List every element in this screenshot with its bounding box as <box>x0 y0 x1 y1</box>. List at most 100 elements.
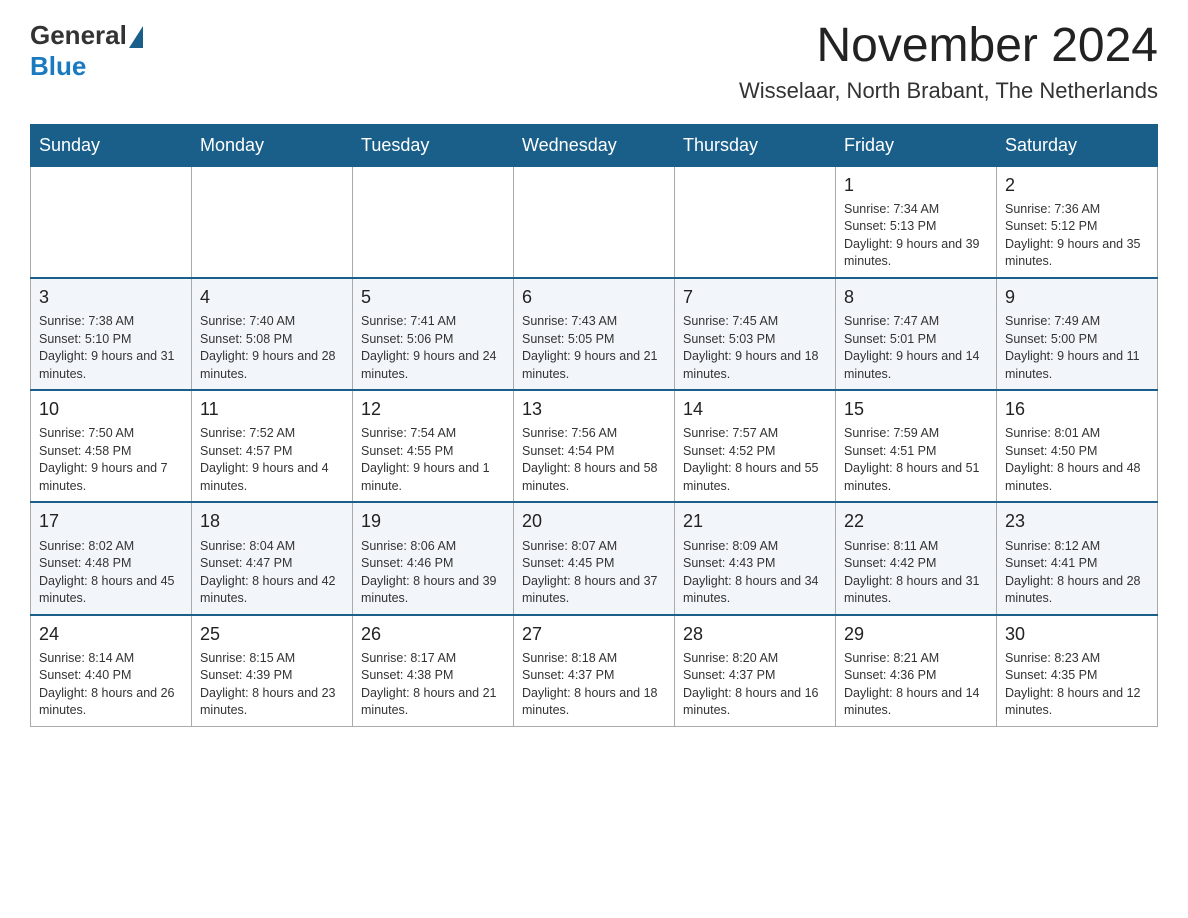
calendar-cell <box>31 166 192 278</box>
calendar-week-row: 3 Sunrise: 7:38 AM Sunset: 5:10 PM Daylig… <box>31 278 1158 390</box>
day-number: 6 <box>522 285 666 310</box>
column-header-saturday: Saturday <box>997 124 1158 166</box>
calendar-cell: 1Sunrise: 7:34 AM Sunset: 5:13 PM Daylig… <box>836 166 997 278</box>
column-header-sunday: Sunday <box>31 124 192 166</box>
day-info: Sunrise: 7:54 AM Sunset: 4:55 PM Dayligh… <box>361 425 505 495</box>
calendar-cell <box>675 166 836 278</box>
column-header-tuesday: Tuesday <box>353 124 514 166</box>
day-info: Sunrise: 8:18 AM Sunset: 4:37 PM Dayligh… <box>522 650 666 720</box>
day-number: 25 <box>200 622 344 647</box>
day-number: 16 <box>1005 397 1149 422</box>
day-info: Sunrise: 7:59 AM Sunset: 4:51 PM Dayligh… <box>844 425 988 495</box>
day-number: 7 <box>683 285 827 310</box>
calendar-cell: 9Sunrise: 7:49 AM Sunset: 5:00 PM Daylig… <box>997 278 1158 390</box>
logo-triangle-icon <box>129 26 143 48</box>
day-number: 29 <box>844 622 988 647</box>
day-info: Sunrise: 8:15 AM Sunset: 4:39 PM Dayligh… <box>200 650 344 720</box>
logo-general-text: General <box>30 20 127 51</box>
day-number: 11 <box>200 397 344 422</box>
calendar-cell: 8 Sunrise: 7:47 AM Sunset: 5:01 PM Daylig… <box>836 278 997 390</box>
day-info: Sunrise: 7:45 AM Sunset: 5:03 PM Dayligh… <box>683 313 827 383</box>
calendar-cell: 5 Sunrise: 7:41 AM Sunset: 5:06 PM Daylig… <box>353 278 514 390</box>
calendar-cell: 30 Sunrise: 8:23 AM Sunset: 4:35 PM Dayli… <box>997 615 1158 727</box>
calendar-cell <box>514 166 675 278</box>
day-number: 18 <box>200 509 344 534</box>
day-info: Sunrise: 7:43 AM Sunset: 5:05 PM Dayligh… <box>522 313 666 383</box>
day-number: 27 <box>522 622 666 647</box>
calendar-cell: 16 Sunrise: 8:01 AM Sunset: 4:50 PM Dayli… <box>997 390 1158 502</box>
calendar-cell: 12 Sunrise: 7:54 AM Sunset: 4:55 PM Dayli… <box>353 390 514 502</box>
day-info: Sunrise: 7:57 AM Sunset: 4:52 PM Dayligh… <box>683 425 827 495</box>
day-info: Sunrise: 8:20 AM Sunset: 4:37 PM Dayligh… <box>683 650 827 720</box>
day-info: Sunrise: 8:12 AM Sunset: 4:41 PM Dayligh… <box>1005 538 1149 608</box>
day-info: Sunrise: 7:36 AM Sunset: 5:12 PM Dayligh… <box>1005 201 1149 271</box>
calendar-cell: 21Sunrise: 8:09 AM Sunset: 4:43 PM Dayli… <box>675 502 836 614</box>
title-block: November 2024 Wisselaar, North Brabant, … <box>739 20 1158 104</box>
calendar-week-row: 24Sunrise: 8:14 AM Sunset: 4:40 PM Dayli… <box>31 615 1158 727</box>
day-info: Sunrise: 7:40 AM Sunset: 5:08 PM Dayligh… <box>200 313 344 383</box>
day-number: 13 <box>522 397 666 422</box>
calendar-cell: 18 Sunrise: 8:04 AM Sunset: 4:47 PM Dayli… <box>192 502 353 614</box>
calendar-cell: 27 Sunrise: 8:18 AM Sunset: 4:37 PM Dayli… <box>514 615 675 727</box>
calendar-cell: 11 Sunrise: 7:52 AM Sunset: 4:57 PM Dayli… <box>192 390 353 502</box>
calendar-cell: 14 Sunrise: 7:57 AM Sunset: 4:52 PM Dayli… <box>675 390 836 502</box>
day-number: 3 <box>39 285 183 310</box>
day-info: Sunrise: 8:17 AM Sunset: 4:38 PM Dayligh… <box>361 650 505 720</box>
day-info: Sunrise: 7:38 AM Sunset: 5:10 PM Dayligh… <box>39 313 183 383</box>
day-info: Sunrise: 8:11 AM Sunset: 4:42 PM Dayligh… <box>844 538 988 608</box>
calendar-cell: 22 Sunrise: 8:11 AM Sunset: 4:42 PM Dayli… <box>836 502 997 614</box>
calendar-cell: 2 Sunrise: 7:36 AM Sunset: 5:12 PM Daylig… <box>997 166 1158 278</box>
day-number: 17 <box>39 509 183 534</box>
calendar-cell: 4 Sunrise: 7:40 AM Sunset: 5:08 PM Daylig… <box>192 278 353 390</box>
day-number: 22 <box>844 509 988 534</box>
day-number: 5 <box>361 285 505 310</box>
day-info: Sunrise: 7:56 AM Sunset: 4:54 PM Dayligh… <box>522 425 666 495</box>
day-number: 4 <box>200 285 344 310</box>
day-info: Sunrise: 8:23 AM Sunset: 4:35 PM Dayligh… <box>1005 650 1149 720</box>
day-info: Sunrise: 7:41 AM Sunset: 5:06 PM Dayligh… <box>361 313 505 383</box>
calendar-cell: 15Sunrise: 7:59 AM Sunset: 4:51 PM Dayli… <box>836 390 997 502</box>
day-number: 30 <box>1005 622 1149 647</box>
day-info: Sunrise: 7:34 AM Sunset: 5:13 PM Dayligh… <box>844 201 988 271</box>
column-header-thursday: Thursday <box>675 124 836 166</box>
day-info: Sunrise: 7:50 AM Sunset: 4:58 PM Dayligh… <box>39 425 183 495</box>
day-number: 14 <box>683 397 827 422</box>
calendar-cell: 29 Sunrise: 8:21 AM Sunset: 4:36 PM Dayli… <box>836 615 997 727</box>
calendar-cell: 3 Sunrise: 7:38 AM Sunset: 5:10 PM Daylig… <box>31 278 192 390</box>
calendar-cell: 19 Sunrise: 8:06 AM Sunset: 4:46 PM Dayli… <box>353 502 514 614</box>
day-number: 2 <box>1005 173 1149 198</box>
logo-blue-text: Blue <box>30 51 86 82</box>
day-info: Sunrise: 8:14 AM Sunset: 4:40 PM Dayligh… <box>39 650 183 720</box>
calendar-cell: 7 Sunrise: 7:45 AM Sunset: 5:03 PM Daylig… <box>675 278 836 390</box>
location-subtitle: Wisselaar, North Brabant, The Netherland… <box>739 78 1158 104</box>
calendar-header-row: SundayMondayTuesdayWednesdayThursdayFrid… <box>31 124 1158 166</box>
day-info: Sunrise: 8:04 AM Sunset: 4:47 PM Dayligh… <box>200 538 344 608</box>
page-header: General Blue November 2024 Wisselaar, No… <box>30 20 1158 104</box>
day-info: Sunrise: 8:02 AM Sunset: 4:48 PM Dayligh… <box>39 538 183 608</box>
calendar-cell: 10 Sunrise: 7:50 AM Sunset: 4:58 PM Dayli… <box>31 390 192 502</box>
day-number: 21 <box>683 509 827 534</box>
calendar-week-row: 1Sunrise: 7:34 AM Sunset: 5:13 PM Daylig… <box>31 166 1158 278</box>
day-number: 10 <box>39 397 183 422</box>
day-info: Sunrise: 8:07 AM Sunset: 4:45 PM Dayligh… <box>522 538 666 608</box>
day-number: 28 <box>683 622 827 647</box>
calendar-cell: 20 Sunrise: 8:07 AM Sunset: 4:45 PM Dayli… <box>514 502 675 614</box>
calendar-week-row: 17 Sunrise: 8:02 AM Sunset: 4:48 PM Dayli… <box>31 502 1158 614</box>
day-number: 9 <box>1005 285 1149 310</box>
calendar-cell: 13 Sunrise: 7:56 AM Sunset: 4:54 PM Dayli… <box>514 390 675 502</box>
calendar-cell: 17 Sunrise: 8:02 AM Sunset: 4:48 PM Dayli… <box>31 502 192 614</box>
day-number: 19 <box>361 509 505 534</box>
column-header-friday: Friday <box>836 124 997 166</box>
day-number: 20 <box>522 509 666 534</box>
day-info: Sunrise: 7:47 AM Sunset: 5:01 PM Dayligh… <box>844 313 988 383</box>
day-info: Sunrise: 8:01 AM Sunset: 4:50 PM Dayligh… <box>1005 425 1149 495</box>
day-info: Sunrise: 8:06 AM Sunset: 4:46 PM Dayligh… <box>361 538 505 608</box>
day-number: 8 <box>844 285 988 310</box>
day-number: 12 <box>361 397 505 422</box>
calendar-cell: 23Sunrise: 8:12 AM Sunset: 4:41 PM Dayli… <box>997 502 1158 614</box>
column-header-monday: Monday <box>192 124 353 166</box>
day-info: Sunrise: 8:21 AM Sunset: 4:36 PM Dayligh… <box>844 650 988 720</box>
calendar-cell: 28 Sunrise: 8:20 AM Sunset: 4:37 PM Dayli… <box>675 615 836 727</box>
day-info: Sunrise: 7:52 AM Sunset: 4:57 PM Dayligh… <box>200 425 344 495</box>
day-number: 26 <box>361 622 505 647</box>
